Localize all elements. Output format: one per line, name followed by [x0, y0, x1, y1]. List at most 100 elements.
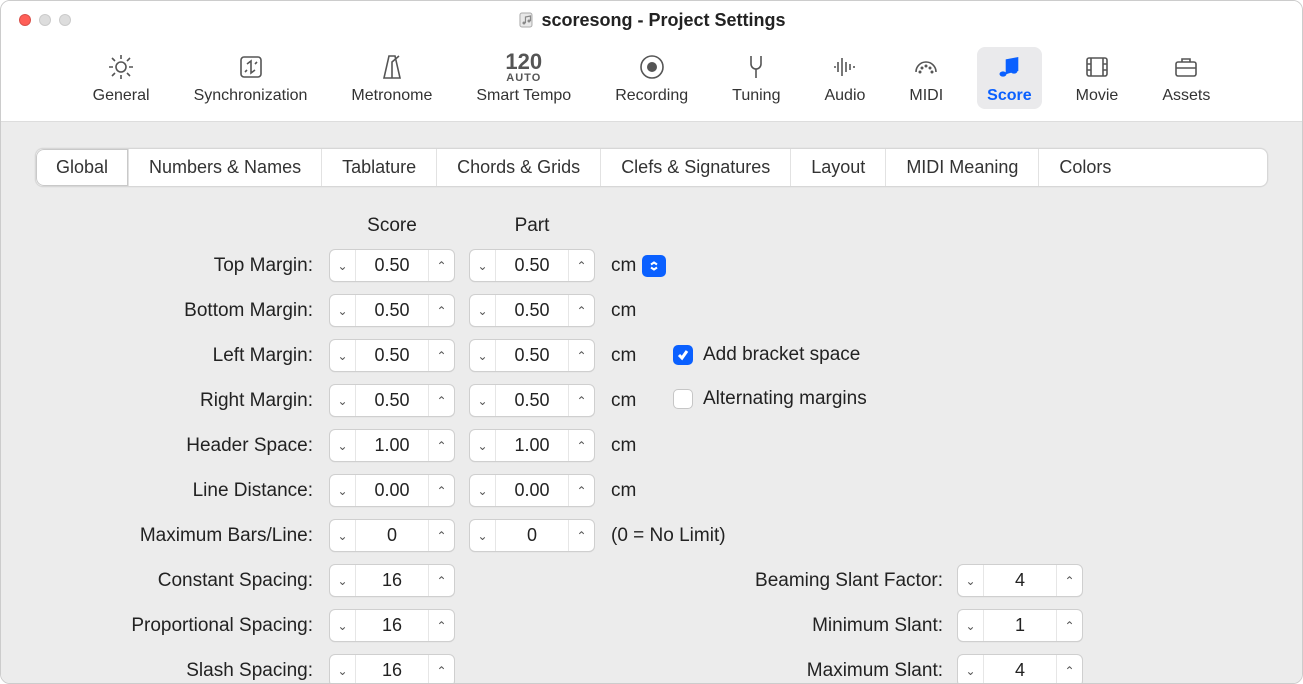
chevron-down-icon[interactable]: ⌄ [330, 610, 356, 641]
chevron-down-icon[interactable]: ⌄ [958, 655, 984, 683]
subtab-numbers-names[interactable]: Numbers & Names [129, 149, 322, 186]
header-space-part-stepper[interactable]: ⌄1.00⌃ [469, 429, 595, 462]
chevron-up-icon[interactable]: ⌃ [428, 340, 454, 371]
line-distance-part-stepper[interactable]: ⌄0.00⌃ [469, 474, 595, 507]
tab-metronome[interactable]: Metronome [341, 47, 442, 109]
max-bars-part-stepper[interactable]: ⌄0⌃ [469, 519, 595, 552]
subtabs: Global Numbers & Names Tablature Chords … [35, 148, 1268, 187]
tab-midi[interactable]: MIDI [899, 47, 953, 109]
add-bracket-space-checkbox[interactable]: Add bracket space [673, 344, 860, 366]
chevron-up-icon[interactable]: ⌃ [428, 655, 454, 683]
chevron-down-icon[interactable]: ⌄ [330, 475, 356, 506]
column-header-part: Part [469, 215, 595, 237]
subtab-colors[interactable]: Colors [1039, 149, 1131, 186]
chevron-down-icon[interactable]: ⌄ [330, 340, 356, 371]
chevron-up-icon[interactable]: ⌃ [428, 475, 454, 506]
tab-recording[interactable]: Recording [605, 47, 698, 109]
header-space-score-stepper[interactable]: ⌄1.00⌃ [329, 429, 455, 462]
maximum-slant-stepper[interactable]: ⌄4⌃ [957, 654, 1083, 683]
chevron-up-icon[interactable]: ⌃ [568, 340, 594, 371]
line-distance-score-stepper[interactable]: ⌄0.00⌃ [329, 474, 455, 507]
chevron-up-icon[interactable]: ⌃ [428, 430, 454, 461]
proportional-spacing-stepper[interactable]: ⌄16⌃ [329, 609, 455, 642]
chevron-down-icon[interactable]: ⌄ [470, 385, 496, 416]
chevron-up-icon[interactable]: ⌃ [1056, 565, 1082, 596]
subtab-clefs-signatures[interactable]: Clefs & Signatures [601, 149, 791, 186]
chevron-up-icon[interactable]: ⌃ [568, 475, 594, 506]
subtab-chords-grids[interactable]: Chords & Grids [437, 149, 601, 186]
project-settings-window: scoresong - Project Settings General Syn… [0, 0, 1303, 684]
chevron-down-icon[interactable]: ⌄ [958, 565, 984, 596]
chevron-down-icon[interactable]: ⌄ [330, 250, 356, 281]
slash-spacing-stepper[interactable]: ⌄16⌃ [329, 654, 455, 683]
close-window-button[interactable] [19, 14, 31, 26]
max-bars-score-stepper[interactable]: ⌄0⌃ [329, 519, 455, 552]
label-minimum-slant: Minimum Slant: [469, 615, 943, 637]
chevron-up-icon[interactable]: ⌃ [568, 295, 594, 326]
chevron-down-icon[interactable]: ⌄ [330, 430, 356, 461]
chevron-up-icon[interactable]: ⌃ [428, 250, 454, 281]
chevron-down-icon[interactable]: ⌄ [470, 520, 496, 551]
chevron-down-icon[interactable]: ⌄ [330, 385, 356, 416]
beaming-slant-factor-stepper[interactable]: ⌄4⌃ [957, 564, 1083, 597]
chevron-up-icon[interactable]: ⌃ [428, 385, 454, 416]
subtab-midi-meaning[interactable]: MIDI Meaning [886, 149, 1039, 186]
content-pane: Global Numbers & Names Tablature Chords … [1, 122, 1302, 683]
tab-synchronization[interactable]: Synchronization [184, 47, 318, 109]
tab-general[interactable]: General [83, 47, 160, 109]
chevron-up-icon[interactable]: ⌃ [568, 430, 594, 461]
dropdown-arrows-icon[interactable] [642, 255, 666, 277]
chevron-up-icon[interactable]: ⌃ [428, 610, 454, 641]
chevron-up-icon[interactable]: ⌃ [428, 565, 454, 596]
subtab-tablature[interactable]: Tablature [322, 149, 437, 186]
tab-score[interactable]: Score [977, 47, 1041, 109]
unit-select[interactable]: cm [609, 255, 666, 277]
subtab-layout[interactable]: Layout [791, 149, 886, 186]
bottom-margin-part-stepper[interactable]: ⌄0.50⌃ [469, 294, 595, 327]
left-margin-part-stepper[interactable]: ⌄0.50⌃ [469, 339, 595, 372]
chevron-down-icon[interactable]: ⌄ [330, 655, 356, 683]
chevron-up-icon[interactable]: ⌃ [428, 295, 454, 326]
unit-cm: cm [609, 435, 659, 457]
top-margin-score-stepper[interactable]: ⌄0.50⌃ [329, 249, 455, 282]
chevron-up-icon[interactable]: ⌃ [568, 520, 594, 551]
top-margin-part-stepper[interactable]: ⌄0.50⌃ [469, 249, 595, 282]
label-proportional-spacing: Proportional Spacing: [35, 615, 315, 637]
chevron-down-icon[interactable]: ⌄ [330, 565, 356, 596]
chevron-up-icon[interactable]: ⌃ [1056, 655, 1082, 683]
label-top-margin: Top Margin: [35, 255, 315, 277]
bottom-margin-score-stepper[interactable]: ⌄0.50⌃ [329, 294, 455, 327]
chevron-up-icon[interactable]: ⌃ [568, 250, 594, 281]
chevron-down-icon[interactable]: ⌄ [330, 520, 356, 551]
tab-smart-tempo[interactable]: 120AUTO Smart Tempo [466, 47, 581, 109]
constant-spacing-stepper[interactable]: ⌄16⌃ [329, 564, 455, 597]
alternating-margins-checkbox[interactable]: Alternating margins [673, 388, 867, 410]
left-margin-score-stepper[interactable]: ⌄0.50⌃ [329, 339, 455, 372]
tab-assets[interactable]: Assets [1152, 47, 1220, 109]
chevron-down-icon[interactable]: ⌄ [470, 430, 496, 461]
chevron-down-icon[interactable]: ⌄ [470, 475, 496, 506]
subtab-global[interactable]: Global [36, 149, 129, 186]
label-line-distance: Line Distance: [35, 480, 315, 502]
window-title: scoresong - Project Settings [517, 10, 785, 31]
chevron-up-icon[interactable]: ⌃ [568, 385, 594, 416]
zoom-window-button[interactable] [59, 14, 71, 26]
label-maximum-slant: Maximum Slant: [469, 660, 943, 682]
window-title-text: scoresong - Project Settings [541, 10, 785, 31]
chevron-down-icon[interactable]: ⌄ [470, 295, 496, 326]
chevron-down-icon[interactable]: ⌄ [958, 610, 984, 641]
minimum-slant-stepper[interactable]: ⌄1⌃ [957, 609, 1083, 642]
checkbox-checked-icon [673, 345, 693, 365]
chevron-down-icon[interactable]: ⌄ [330, 295, 356, 326]
chevron-up-icon[interactable]: ⌃ [1056, 610, 1082, 641]
tab-tuning[interactable]: Tuning [722, 47, 790, 109]
minimize-window-button[interactable] [39, 14, 51, 26]
chevron-down-icon[interactable]: ⌄ [470, 250, 496, 281]
chevron-up-icon[interactable]: ⌃ [428, 520, 454, 551]
chevron-down-icon[interactable]: ⌄ [470, 340, 496, 371]
tab-movie[interactable]: Movie [1066, 47, 1129, 109]
tab-audio[interactable]: Audio [814, 47, 875, 109]
right-margin-part-stepper[interactable]: ⌄0.50⌃ [469, 384, 595, 417]
midi-icon [911, 51, 941, 83]
right-margin-score-stepper[interactable]: ⌄0.50⌃ [329, 384, 455, 417]
